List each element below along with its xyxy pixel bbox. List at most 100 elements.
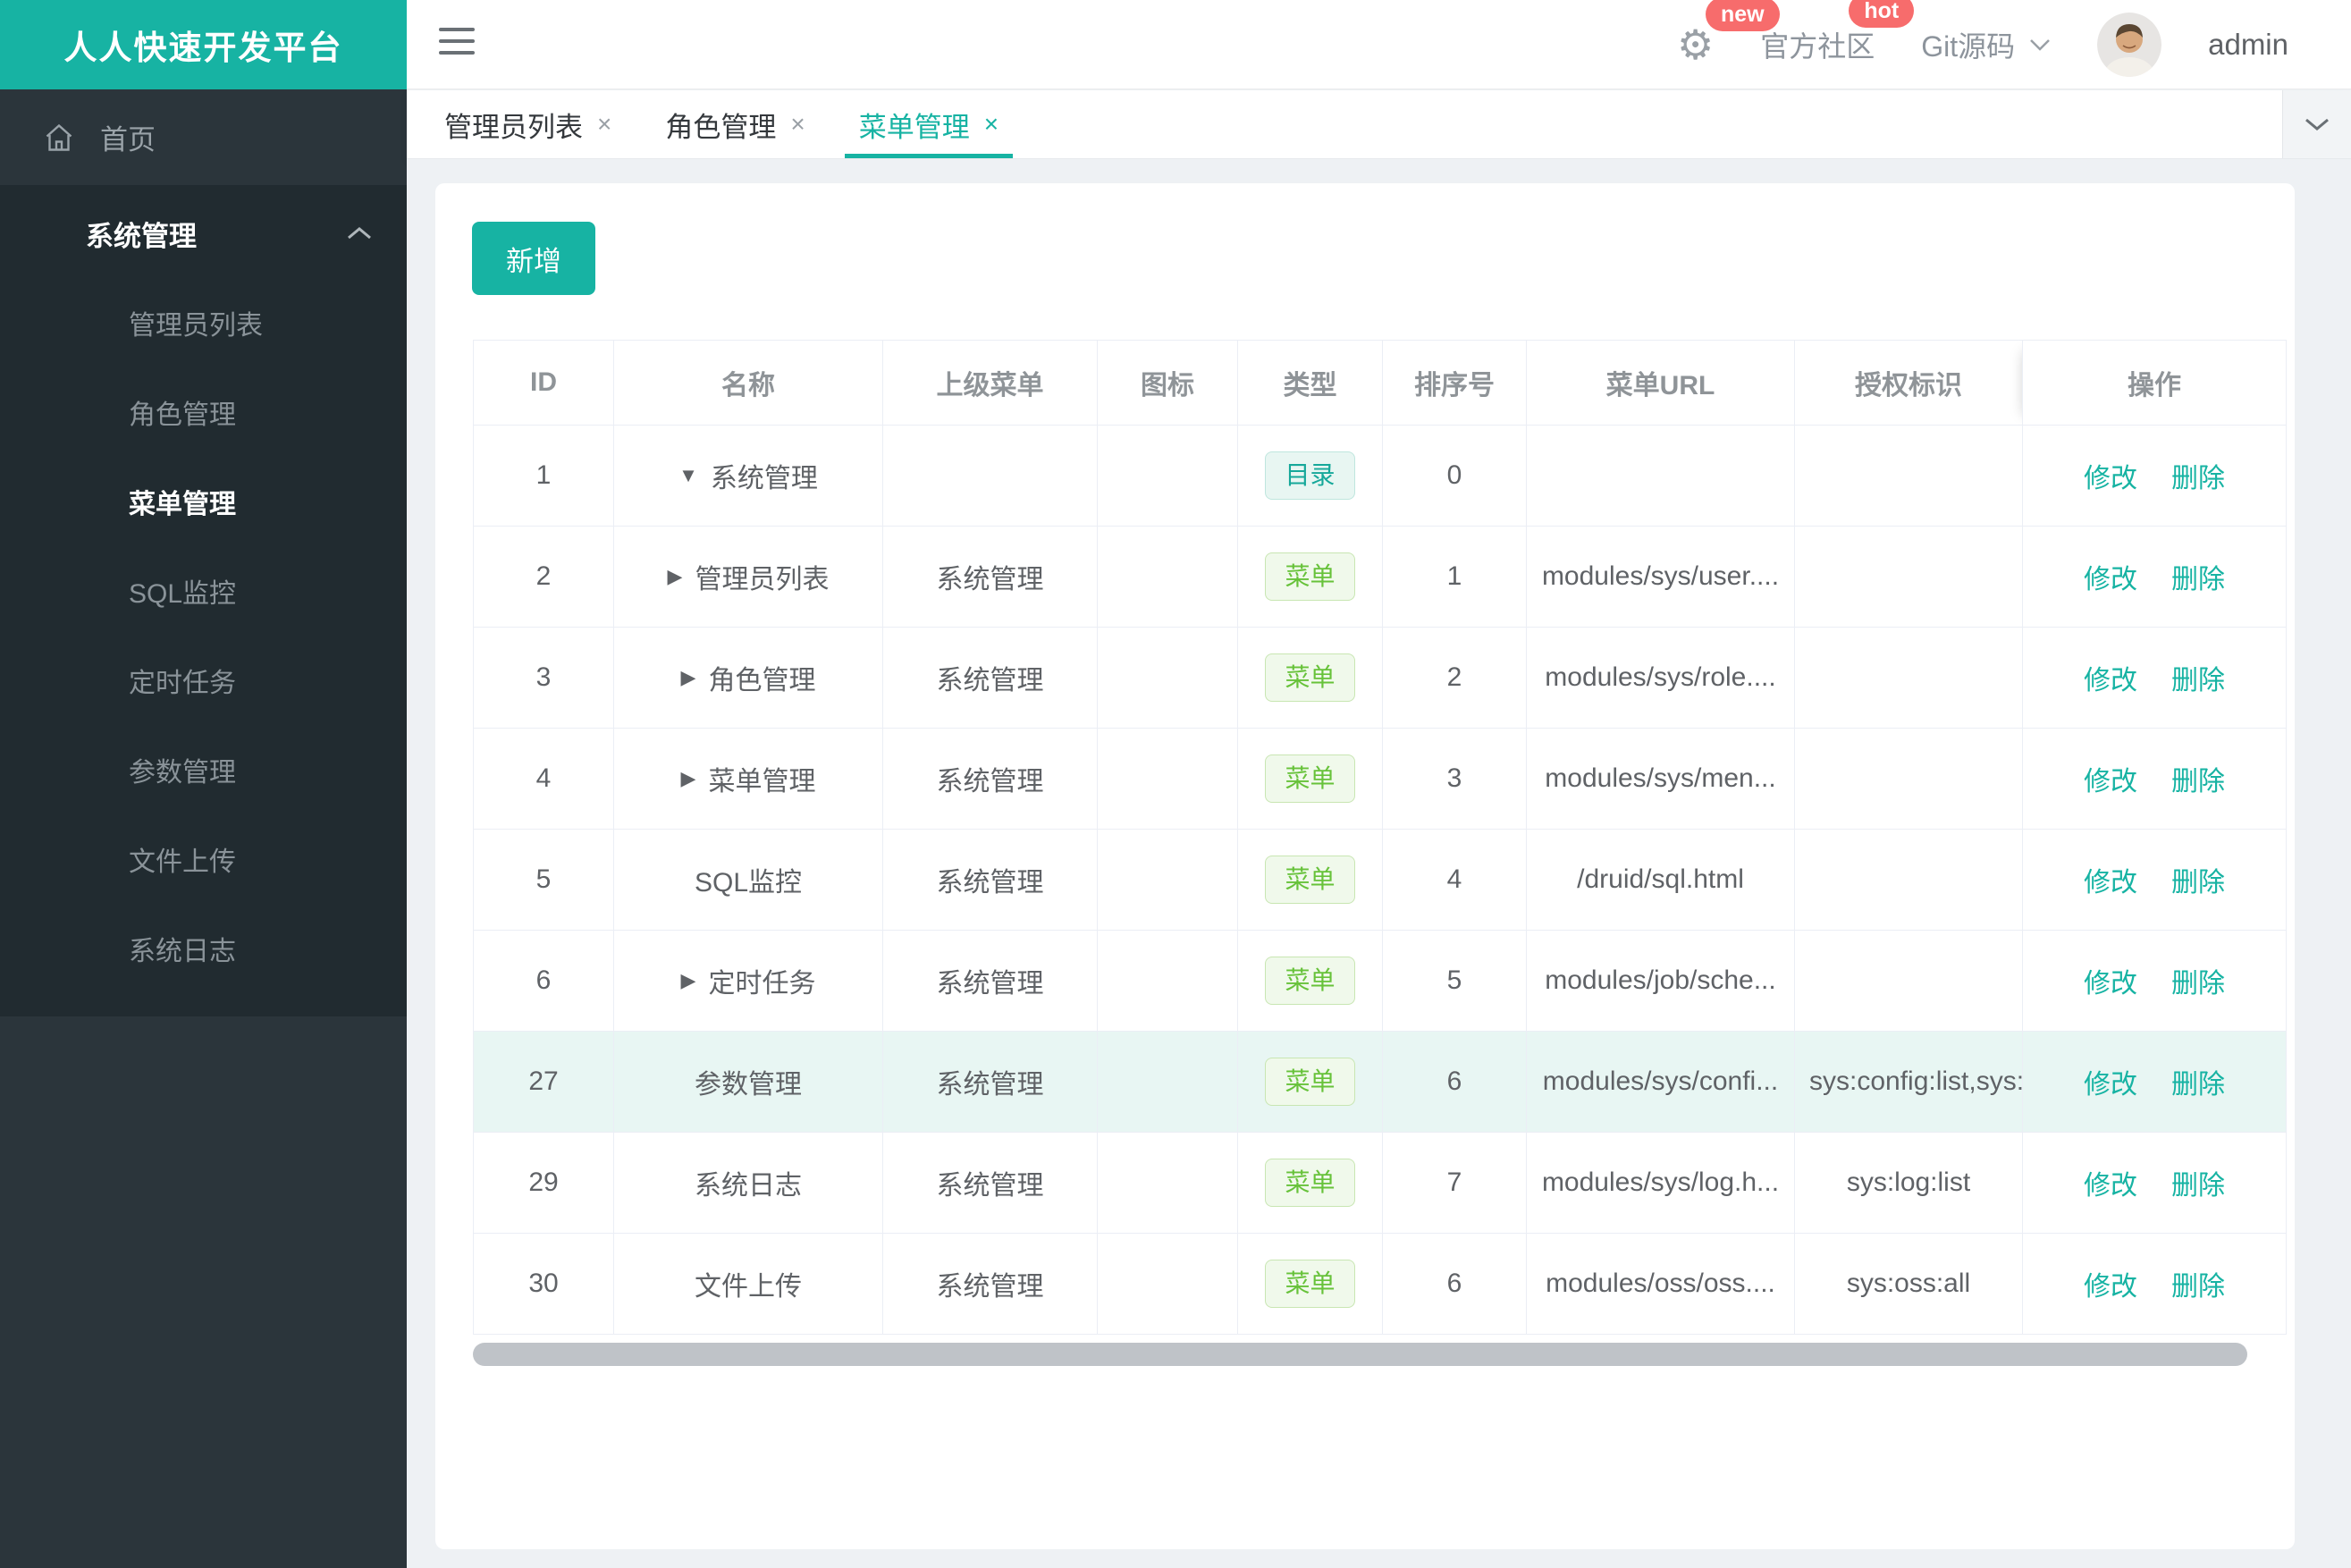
table-row[interactable]: 2 ▶ 管理员列表 系统管理 菜单 1 modules/sys/user.... … [473,526,2287,628]
tab-label: 菜单管理 [858,111,970,143]
type-badge: 目录 [1265,451,1355,500]
cell-order: 4 [1382,829,1527,931]
col-header-perms: 授权标识 [1794,340,2023,426]
sidebar-item-system-log[interactable]: 系统日志 [0,907,407,997]
cell-type: 菜单 [1237,526,1383,628]
delete-link[interactable]: 删除 [2171,464,2225,493]
sidebar-item-param-mgmt[interactable]: 参数管理 [0,729,407,818]
tab-role-mgmt[interactable]: 角色管理 × [638,90,831,158]
col-header-type: 类型 [1237,340,1383,426]
edit-link[interactable]: 修改 [2084,666,2137,695]
tabs-dropdown-button[interactable] [2282,90,2351,158]
edit-link[interactable]: 修改 [2084,565,2137,594]
delete-link[interactable]: 删除 [2171,1272,2225,1302]
cell-name: SQL监控 [613,829,883,931]
delete-link[interactable]: 删除 [2171,868,2225,898]
col-header-id: ID [473,340,614,426]
delete-link[interactable]: 删除 [2171,565,2225,594]
cell-order: 6 [1382,1031,1527,1133]
git-source-dropdown[interactable]: Git源码 [1921,24,2051,65]
tab-close-icon[interactable]: × [984,110,999,139]
cell-operations: 修改 删除 [2022,526,2287,628]
delete-link[interactable]: 删除 [2171,666,2225,695]
main-content: 新增 ID 名称 上级菜单 图标 类型 排序号 菜单URL 授权标识 操作 1 … [407,159,2351,1568]
table-header-row: ID 名称 上级菜单 图标 类型 排序号 菜单URL 授权标识 操作 [473,340,2287,426]
delete-link[interactable]: 删除 [2171,767,2225,797]
edit-link[interactable]: 修改 [2084,969,2137,999]
expand-arrow-icon[interactable]: ▶ [681,666,696,689]
cell-menu-url: modules/sys/role.... [1526,627,1795,729]
table-row[interactable]: 5 SQL监控 系统管理 菜单 4 /druid/sql.html 修改 删除 [473,829,2287,931]
cell-operations: 修改 删除 [2022,1233,2287,1335]
cell-operations: 修改 删除 [2022,425,2287,527]
cell-type: 菜单 [1237,930,1383,1032]
tab-close-icon[interactable]: × [597,110,611,139]
expand-arrow-icon[interactable]: ▶ [681,969,696,992]
community-link[interactable]: 官方社区 hot [1760,0,1915,65]
expand-arrow-icon[interactable]: ▶ [681,767,696,790]
type-badge: 菜单 [1265,653,1355,702]
cell-parent-menu [882,425,1098,527]
cell-name: ▶ 定时任务 [613,930,883,1032]
cell-icon [1097,425,1238,527]
table-row[interactable]: 4 ▶ 菜单管理 系统管理 菜单 3 modules/sys/men... 修改 删… [473,728,2287,830]
edit-link[interactable]: 修改 [2084,1070,2137,1100]
sidebar-item-menu-mgmt[interactable]: 菜单管理 [0,460,407,550]
cell-icon [1097,930,1238,1032]
cell-type: 菜单 [1237,1031,1383,1133]
edit-link[interactable]: 修改 [2084,868,2137,898]
sidebar-group-label: 系统管理 [86,220,197,252]
delete-link[interactable]: 删除 [2171,1070,2225,1100]
type-badge: 菜单 [1265,754,1355,803]
expand-arrow-icon[interactable]: ▶ [668,565,683,588]
cell-type: 菜单 [1237,1132,1383,1234]
cell-operations: 修改 删除 [2022,1132,2287,1234]
table-row[interactable]: 1 ▼ 系统管理 目录 0 修改 删除 [473,425,2287,527]
sidebar-item-sql-monitor[interactable]: SQL监控 [0,550,407,639]
menu-table: ID 名称 上级菜单 图标 类型 排序号 菜单URL 授权标识 操作 1 ▼ 系统… [473,340,2287,1335]
cell-name: 参数管理 [613,1031,883,1133]
cell-perms [1794,728,2023,830]
add-button[interactable]: 新增 [472,222,595,295]
cell-id: 27 [473,1031,614,1133]
sidebar-item-scheduled-jobs[interactable]: 定时任务 [0,639,407,729]
username[interactable]: admin [2208,28,2288,62]
sidebar-toggle-icon[interactable] [439,28,475,62]
table-row[interactable]: 30 文件上传 系统管理 菜单 6 modules/oss/oss.... sy… [473,1233,2287,1335]
tab-admin-list[interactable]: 管理员列表 × [417,90,638,158]
cell-type: 菜单 [1237,627,1383,729]
table-row[interactable]: 29 系统日志 系统管理 菜单 7 modules/sys/log.h... s… [473,1132,2287,1234]
community-label: 官方社区 [1760,30,1875,63]
edit-link[interactable]: 修改 [2084,767,2137,797]
cell-type: 菜单 [1237,1233,1383,1335]
table-row[interactable]: 6 ▶ 定时任务 系统管理 菜单 5 modules/job/sche... 修改… [473,930,2287,1032]
cell-icon [1097,1132,1238,1234]
delete-link[interactable]: 删除 [2171,969,2225,999]
table-row[interactable]: 3 ▶ 角色管理 系统管理 菜单 2 modules/sys/role.... 修… [473,627,2287,729]
cell-menu-url: modules/sys/confi... [1526,1031,1795,1133]
delete-link[interactable]: 删除 [2171,1171,2225,1201]
sidebar-item-admin-list[interactable]: 管理员列表 [0,282,407,371]
type-badge: 菜单 [1265,552,1355,601]
sidebar-item-home[interactable]: 首页 [0,89,407,185]
edit-link[interactable]: 修改 [2084,464,2137,493]
col-header-icon: 图标 [1097,340,1238,426]
avatar[interactable] [2097,13,2162,77]
sidebar-group-title[interactable]: 系统管理 [0,185,407,282]
table-row[interactable]: 27 参数管理 系统管理 菜单 6 modules/sys/confi... s… [473,1031,2287,1133]
edit-link[interactable]: 修改 [2084,1171,2137,1201]
cell-name: ▶ 管理员列表 [613,526,883,628]
scrollbar-thumb[interactable] [473,1343,2247,1366]
cell-order: 7 [1382,1132,1527,1234]
cell-operations: 修改 删除 [2022,1031,2287,1133]
sidebar-item-role-mgmt[interactable]: 角色管理 [0,371,407,460]
cell-perms [1794,930,2023,1032]
sidebar-item-file-upload[interactable]: 文件上传 [0,818,407,907]
edit-link[interactable]: 修改 [2084,1272,2137,1302]
cell-menu-url: modules/sys/user.... [1526,526,1795,628]
cell-operations: 修改 删除 [2022,627,2287,729]
tab-menu-mgmt[interactable]: 菜单管理 × [832,90,1025,158]
tab-close-icon[interactable]: × [790,110,805,139]
expand-arrow-icon[interactable]: ▼ [678,464,698,487]
settings-button[interactable]: ⚙ new [1677,0,1780,65]
